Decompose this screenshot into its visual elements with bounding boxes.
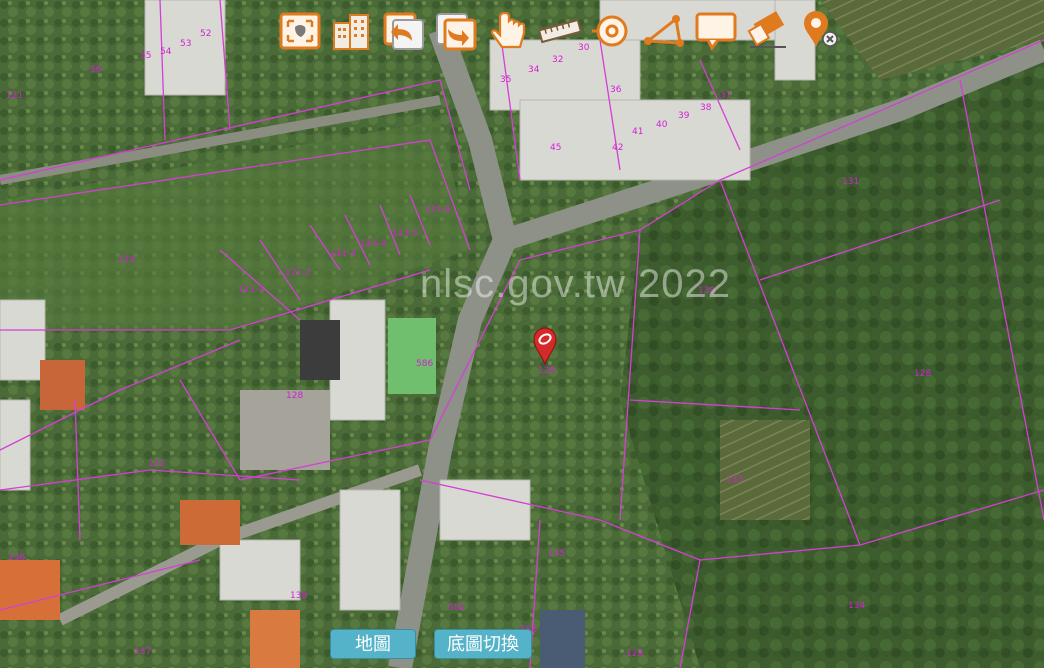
parcel-label: 54 [160, 47, 172, 57]
parcel-label: 129 [626, 649, 643, 659]
parcel-label: 121-3 [330, 249, 356, 259]
eraser-icon[interactable] [744, 9, 792, 53]
parcel-label: 135 [548, 549, 565, 559]
parcel-label: 131 [842, 177, 859, 187]
map-button[interactable]: 地圖 [330, 629, 416, 659]
bottom-controls: 地圖 底圖切換 [330, 629, 532, 659]
basemap-switch-button[interactable]: 底圖切換 [434, 629, 532, 659]
parcel-label: 41 [632, 127, 643, 137]
parcel-label: 32 [552, 55, 563, 65]
parcel-label: 121-6 [425, 205, 451, 215]
measure-polyline-icon[interactable] [640, 9, 688, 53]
parcel-label: 121 [6, 91, 23, 101]
parcel-label: 582 [448, 603, 465, 613]
clear-marker-icon[interactable] [796, 9, 844, 53]
parcel-label: 38 [700, 103, 712, 113]
parcel-label: 121-4 [360, 239, 386, 249]
parcel-label: 124 [118, 255, 135, 265]
parcel-label: 136 [8, 553, 25, 563]
parcel-label: 36 [610, 85, 622, 95]
parcel-label: 37 [720, 91, 731, 101]
parcel-label: 39 [678, 111, 690, 121]
parcel-label: 121-1 [238, 285, 264, 295]
parcel-label: 138 [290, 591, 307, 601]
measure-distance-icon[interactable] [536, 9, 584, 53]
parcel-label: 128 [286, 391, 303, 401]
fullscreen-icon[interactable] [276, 9, 324, 53]
parcel-label: 133 [726, 475, 743, 485]
parcel-label: 52 [200, 29, 211, 39]
parcel-label: 45 [550, 143, 561, 153]
map-toolbar [276, 8, 844, 54]
satellite-map[interactable]: 52 53 54 55 56 35 34 32 30 36 37 38 39 4… [0, 0, 1044, 668]
parcel-label: 129 [538, 366, 555, 376]
pan-hand-icon[interactable] [484, 9, 532, 53]
parcel-label: 134 [848, 601, 865, 611]
watermark-text: nlsc.gov.tw 2022 [420, 262, 731, 306]
parcel-label: 34 [528, 65, 540, 75]
parcel-label: 53 [180, 39, 191, 49]
undo-view-icon[interactable] [380, 9, 428, 53]
annotation-icon[interactable] [692, 9, 740, 53]
parcel-label: 128 [914, 369, 931, 379]
parcel-label: 586 [416, 359, 433, 369]
parcel-label: 42 [612, 143, 623, 153]
buildings-3d-icon[interactable] [328, 9, 376, 53]
parcel-label: 121-5 [392, 229, 418, 239]
parcel-label: 40 [656, 120, 668, 130]
parcel-label: 132 [148, 459, 165, 469]
parcel-label: 56 [90, 65, 102, 75]
parcel-label: 55 [140, 51, 151, 61]
redo-view-icon[interactable] [432, 9, 480, 53]
parcel-label: 35 [500, 75, 511, 85]
parcel-label: 121-2 [285, 268, 311, 278]
parcel-label: 137 [134, 647, 151, 657]
measure-radius-icon[interactable] [588, 9, 636, 53]
